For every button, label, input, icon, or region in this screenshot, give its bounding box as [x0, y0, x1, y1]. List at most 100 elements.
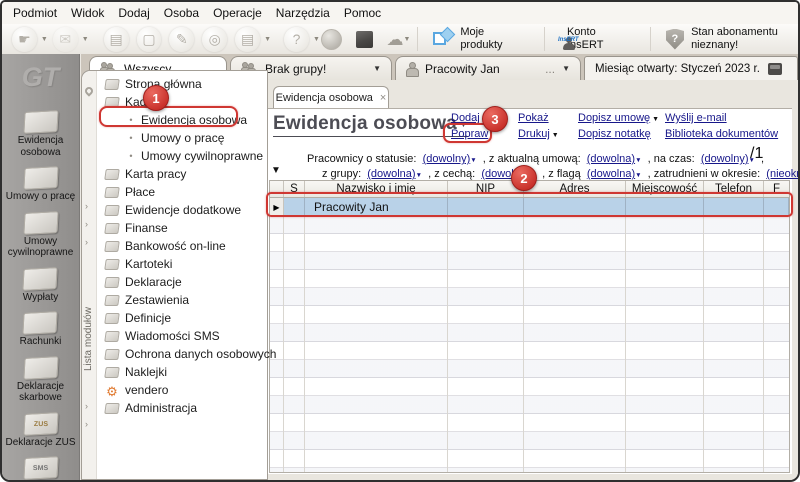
tree-item-administracja[interactable]: Administracja — [98, 399, 266, 417]
data-protection-icon — [104, 349, 120, 360]
chevron-down-icon[interactable]: ▼ — [82, 36, 89, 43]
czas-filter[interactable]: (dowolny) — [701, 153, 749, 165]
employment-contract-icon — [23, 166, 58, 190]
tree-item-bankowosc[interactable]: Bankowość on-line — [98, 237, 266, 255]
module-sms-wiadomosci[interactable]: SMS SMS Wiadomości robocze — [4, 457, 78, 482]
chevron-down-icon[interactable]: ▼ — [264, 36, 271, 43]
page-title[interactable]: Ewidencja osobowa▼ — [273, 113, 468, 137]
globe-icon[interactable] — [321, 29, 342, 50]
tree-item-umowy-cywilnoprawne[interactable]: •Umowy cywilnoprawne — [98, 147, 266, 165]
dopisz-notatke-link[interactable]: Dopisz notatkę — [578, 128, 651, 140]
menu-osoba[interactable]: Osoba — [161, 4, 210, 22]
moje-produkty-button[interactable]: Moje produkty — [424, 26, 538, 51]
tree-item-ewidencje-dodatkowe[interactable]: Ewidencje dodatkowe — [98, 201, 266, 219]
menu-operacje[interactable]: Operacje — [210, 4, 273, 22]
cloud-icon[interactable]: ☁ — [387, 31, 404, 48]
banking-icon — [104, 241, 120, 252]
tree-item-umowy-o-prace[interactable]: •Umowy o pracę — [98, 129, 266, 147]
view-icon[interactable]: ◎ — [202, 27, 227, 52]
print-icon[interactable]: ▤ — [235, 27, 260, 52]
menu-widok[interactable]: Widok — [68, 4, 115, 22]
tree-item-wiadomosci-sms[interactable]: Wiadomości SMS — [98, 327, 266, 345]
chevron-right-icon[interactable]: › — [85, 219, 88, 229]
drukuj-link[interactable]: Drukuj — [518, 128, 550, 140]
menu-pomoc[interactable]: Pomoc — [341, 4, 392, 22]
cube-icon[interactable] — [356, 31, 373, 48]
module-rachunki[interactable]: Rachunki — [20, 312, 62, 348]
main-panel: Ewidencja osobowa × Ewidencja osobowa▼ D… — [268, 80, 798, 480]
chevron-down-icon[interactable]: ▼ — [313, 36, 320, 43]
chevron-down-icon[interactable]: ▼ — [404, 36, 411, 43]
grupa-filter[interactable]: (dowolna) — [367, 168, 415, 180]
help-icon[interactable]: ? — [284, 27, 309, 52]
tree-item-ochrona-danych[interactable]: Ochrona danych osobowych — [98, 345, 266, 363]
mail-icon[interactable]: ✉ — [53, 27, 78, 52]
menu-bar: Podmiot Widok Dodaj Osoba Operacje Narzę… — [2, 2, 798, 24]
tree-item-vendero[interactable]: ⚙vendero — [98, 381, 266, 399]
module-ewidencja-osobowa[interactable]: Ewidencja osobowa — [4, 111, 78, 158]
chevron-right-icon[interactable]: › — [85, 201, 88, 211]
new-document-icon[interactable]: ▢ — [137, 27, 162, 52]
umowa-filter[interactable]: (dowolna) — [587, 153, 635, 165]
personnel-icon — [23, 110, 58, 134]
filters-row-1: Pracownicy o statusie: (dowolny)▼ , z ak… — [307, 153, 764, 165]
sms-icon: SMS — [23, 456, 58, 480]
add-record-icon[interactable]: ▤ — [104, 27, 129, 52]
action-links-col3: Dopisz umowę▼ Dopisz notatkę — [578, 112, 659, 140]
module-strip: GT Ewidencja osobowa Umowy o pracę Umowy… — [2, 54, 80, 480]
chevron-down-icon[interactable]: ▼ — [652, 116, 659, 123]
chevron-down-icon[interactable]: ▼ — [41, 36, 48, 43]
menu-dodaj[interactable]: Dodaj — [115, 4, 160, 22]
subscription-status-button[interactable]: ? Stan abonamentu nieznany! — [657, 26, 792, 51]
definitions-icon — [104, 313, 120, 324]
filters-row-2: z grupy: (dowolna)▼ , z cechą: (dowolna)… — [322, 168, 800, 180]
dopisz-umowe-link[interactable]: Dopisz umowę — [578, 112, 650, 124]
subscription-status-label: Stan abonamentu nieznany! — [691, 26, 783, 51]
annotation-highlight-row — [266, 192, 793, 217]
module-deklaracje-zus[interactable]: ZUS Deklaracje ZUS — [5, 413, 75, 449]
tree-item-kartoteki[interactable]: Kartoteki — [98, 255, 266, 273]
chevron-right-icon[interactable]: › — [85, 401, 88, 411]
edit-icon[interactable]: ✎ — [169, 27, 194, 52]
close-icon[interactable]: × — [380, 93, 386, 104]
tree-item-place[interactable]: Płace — [98, 183, 266, 201]
chevron-right-icon[interactable]: › — [85, 419, 88, 429]
annotation-step-2-badge: 2 — [511, 165, 537, 191]
okres-filter[interactable]: (nieokreślony) — [766, 168, 800, 180]
menu-narzedzia[interactable]: Narzędzia — [273, 4, 341, 22]
tree-item-finanse[interactable]: Finanse — [98, 219, 266, 237]
tree-item-deklaracje[interactable]: Deklaracje — [98, 273, 266, 291]
card-file-icon — [104, 259, 120, 270]
module-wyplaty[interactable]: Wypłaty — [23, 268, 58, 304]
pin-icon[interactable] — [83, 85, 94, 96]
menu-podmiot[interactable]: Podmiot — [10, 4, 68, 22]
chevron-down-icon[interactable]: ▼ — [552, 132, 559, 139]
dispatch-icon[interactable]: ☛ — [12, 27, 37, 52]
receipts-icon — [23, 311, 58, 335]
reports-icon — [104, 295, 120, 306]
chevron-down-icon[interactable]: ▼ — [562, 64, 570, 73]
biblioteka-link[interactable]: Biblioteka dokumentów — [665, 128, 778, 140]
tree-item-naklejki[interactable]: Naklejki — [98, 363, 266, 381]
chevron-right-icon[interactable]: › — [85, 237, 88, 247]
chevron-down-icon[interactable]: ▼ — [373, 64, 381, 73]
module-umowy-o-prace[interactable]: Umowy o pracę — [6, 167, 75, 203]
tab-pracowity-jan[interactable]: Pracowity Jan ... ▼ — [395, 56, 581, 80]
konto-insert-button[interactable]: InsERT Konto InsERT — [551, 26, 644, 51]
modules-rail: › › › Lista modułów › › — [82, 71, 97, 479]
document-tab-ewidencja[interactable]: Ewidencja osobowa × — [273, 86, 389, 109]
bank-safe-icon[interactable] — [768, 63, 782, 75]
sms-icon — [104, 331, 120, 342]
tree-item-karta-pracy[interactable]: Karta pracy — [98, 165, 266, 183]
shield-question-icon: ? — [666, 29, 684, 50]
tree-item-strona-glowna[interactable]: Strona główna — [98, 75, 266, 93]
wyslij-email-link[interactable]: Wyślij e-mail — [665, 112, 727, 124]
flaga-filter[interactable]: (dowolna) — [587, 168, 635, 180]
filter-collapse-icon[interactable]: ▼ — [271, 165, 281, 176]
module-umowy-cywilnoprawne[interactable]: Umowy cywilnoprawne — [4, 212, 78, 259]
pokaz-link[interactable]: Pokaż — [518, 112, 549, 124]
module-deklaracje-skarbowe[interactable]: Deklaracje skarbowe — [4, 357, 78, 404]
status-filter[interactable]: (dowolny) — [423, 153, 471, 165]
tree-item-definicje[interactable]: Definicje — [98, 309, 266, 327]
tree-item-zestawienia[interactable]: Zestawienia — [98, 291, 266, 309]
